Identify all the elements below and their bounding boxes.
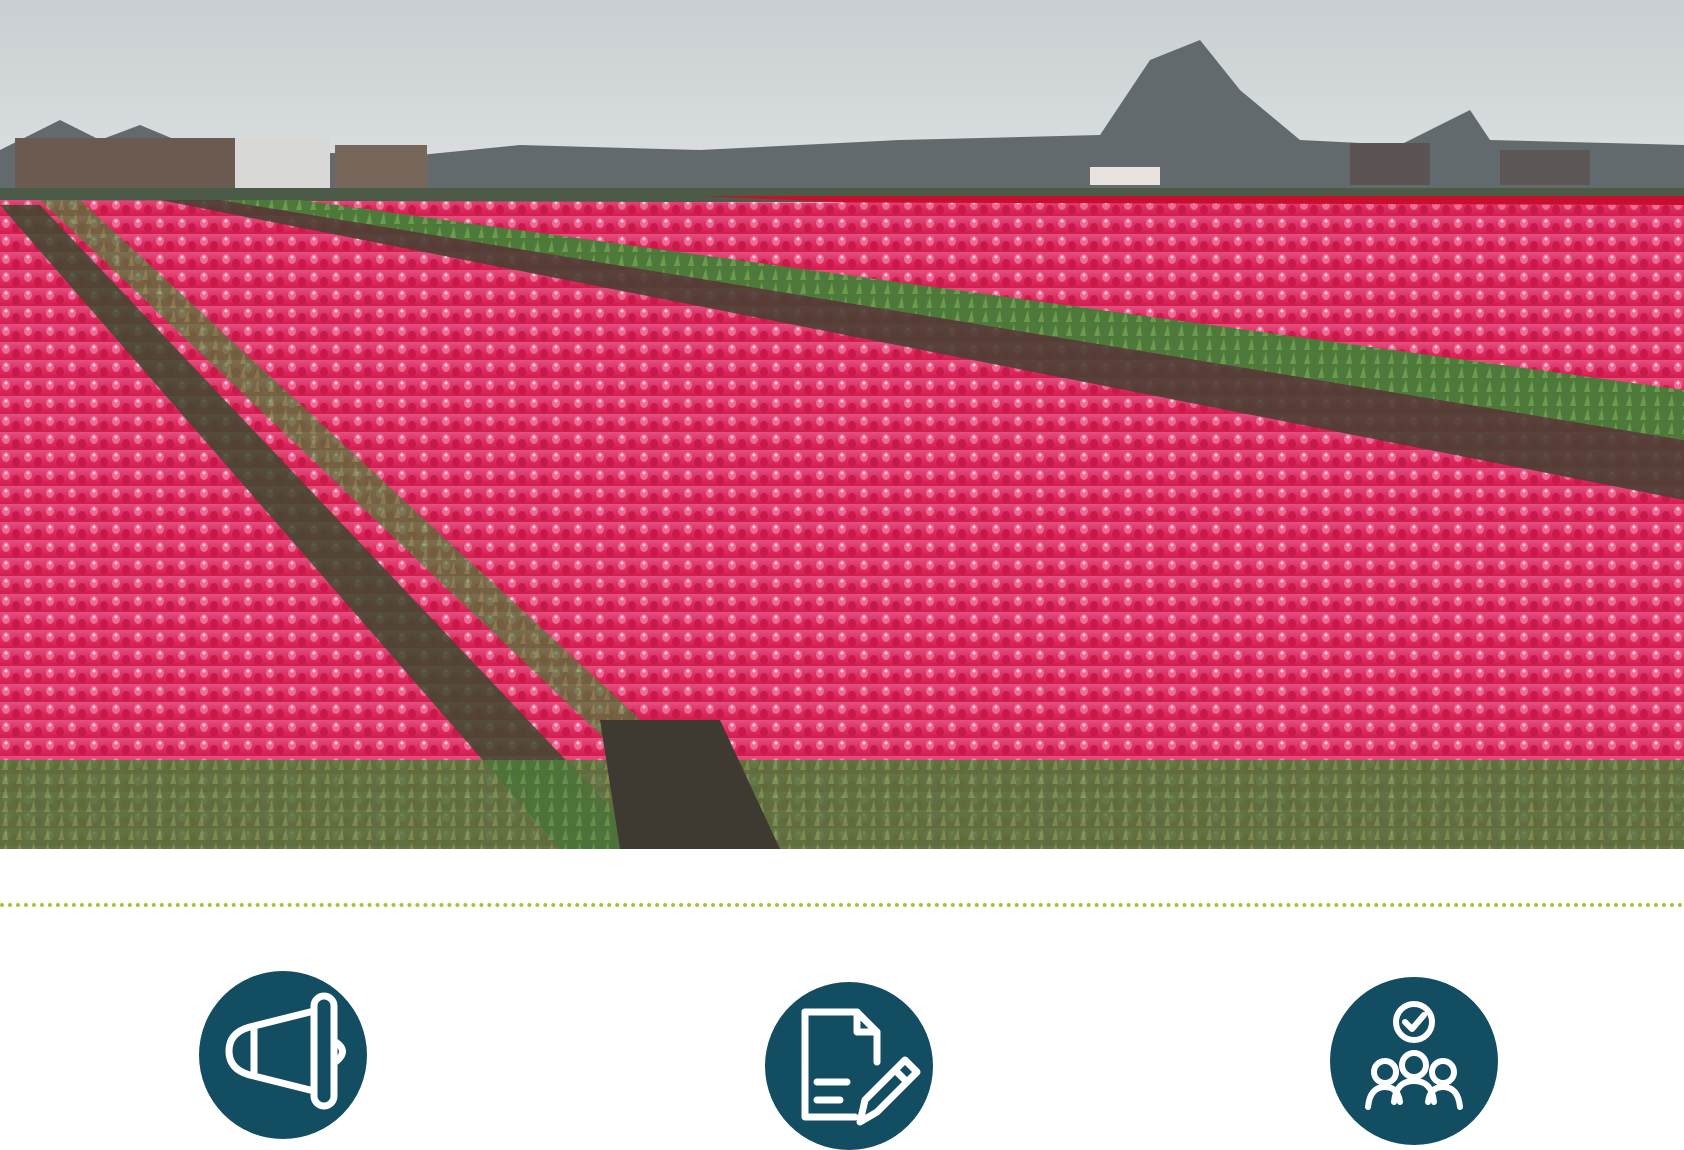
hero-photo xyxy=(0,0,1684,849)
team-approval-icon xyxy=(1330,977,1498,1145)
foreground-leaves xyxy=(0,760,1684,849)
megaphone-icon xyxy=(199,971,367,1139)
section-divider xyxy=(0,903,1684,907)
document-edit-icon xyxy=(765,982,933,1150)
tulip-field-image xyxy=(0,0,1684,849)
